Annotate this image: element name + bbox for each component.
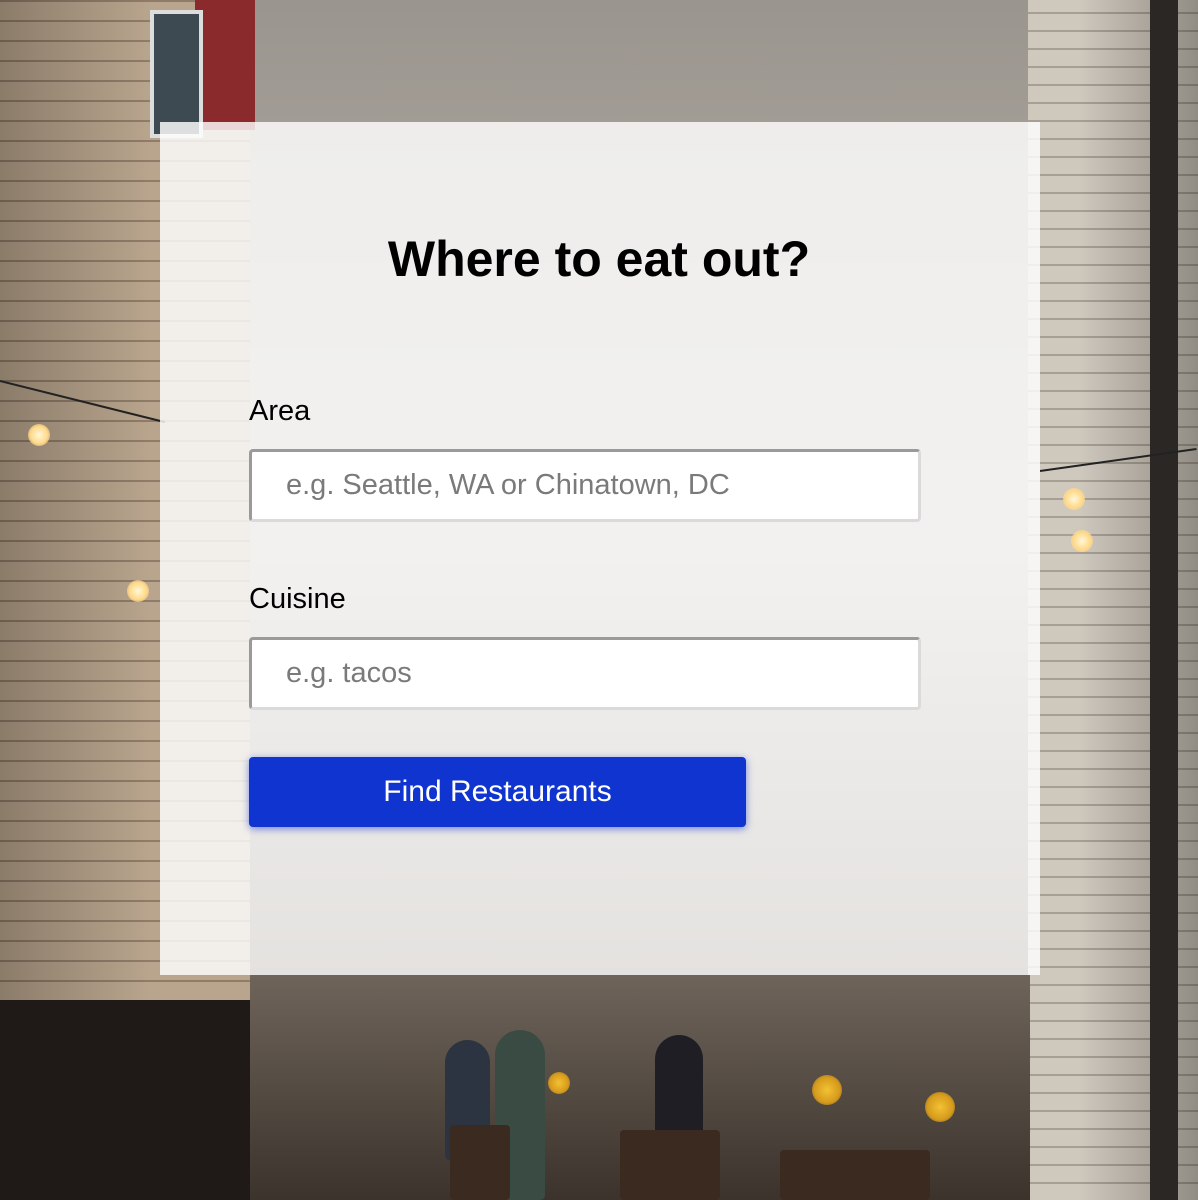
lamp-icon [28,424,50,446]
page-title: Where to eat out? [387,231,811,287]
flower-decoration [548,1072,570,1094]
lamp-icon [127,580,149,602]
area-label: Area [249,395,311,427]
area-input[interactable] [249,449,921,522]
building-window [150,10,203,138]
drain-pipe [1150,0,1178,1200]
flower-decoration [925,1092,955,1122]
red-storefront [195,0,255,130]
cafe-table [450,1125,510,1200]
find-restaurants-button[interactable]: Find Restaurants [249,757,746,827]
lamp-icon [1071,530,1093,552]
flower-decoration [812,1075,842,1105]
cafe-table [780,1150,930,1200]
lamp-icon [1063,488,1085,510]
cuisine-label: Cuisine [249,583,346,615]
cuisine-input[interactable] [249,637,921,710]
dark-doorway [0,1000,250,1200]
cafe-table [620,1130,720,1200]
